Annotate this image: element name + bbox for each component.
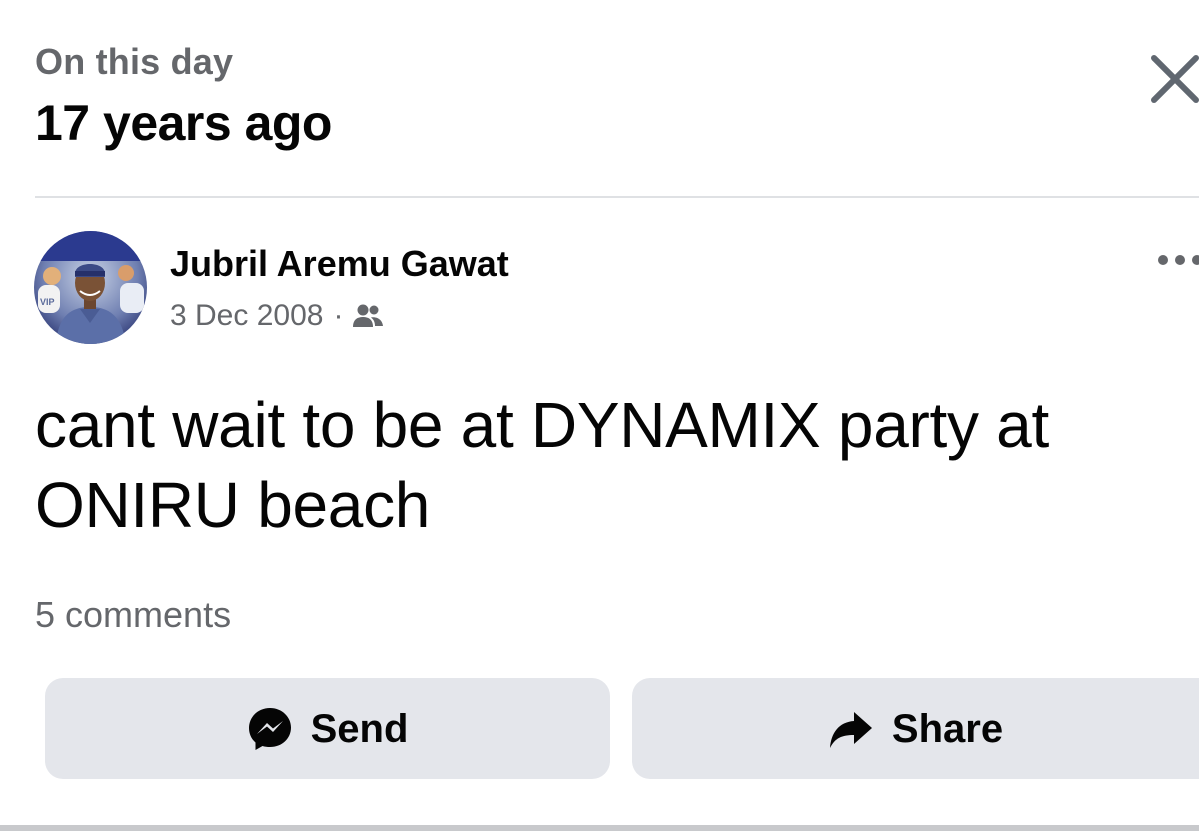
header-divider: [35, 196, 1199, 198]
close-icon: [1151, 55, 1199, 103]
share-button[interactable]: Share: [632, 678, 1199, 779]
more-options-button[interactable]: [1150, 238, 1199, 282]
author-name[interactable]: Jubril Aremu Gawat: [170, 242, 509, 286]
post-date[interactable]: 3 Dec 2008: [170, 296, 323, 336]
post-meta: 3 Dec 2008 ·: [170, 296, 384, 336]
comments-count[interactable]: 5 comments: [35, 593, 231, 637]
memory-label: On this day: [35, 41, 234, 82]
close-button[interactable]: [1140, 44, 1199, 108]
more-options-icon: [1158, 255, 1199, 265]
share-arrow-icon: [829, 711, 872, 748]
friends-icon: [353, 304, 384, 327]
messenger-icon: [248, 707, 291, 750]
profile-photo: VIP: [34, 231, 147, 344]
send-button[interactable]: Send: [45, 678, 610, 779]
svg-text:VIP: VIP: [40, 297, 55, 307]
share-label: Share: [891, 706, 1004, 751]
send-label: Send: [310, 706, 409, 751]
bottom-border: [0, 825, 1199, 831]
memory-card: On this day 17 years ago VIP Jubril Arem…: [0, 0, 1199, 837]
post-text: cant wait to be at DYNAMIX party at ONIR…: [35, 389, 1049, 541]
meta-separator: ·: [333, 299, 344, 332]
avatar[interactable]: VIP: [34, 231, 147, 344]
memory-title: 17 years ago: [35, 95, 332, 151]
